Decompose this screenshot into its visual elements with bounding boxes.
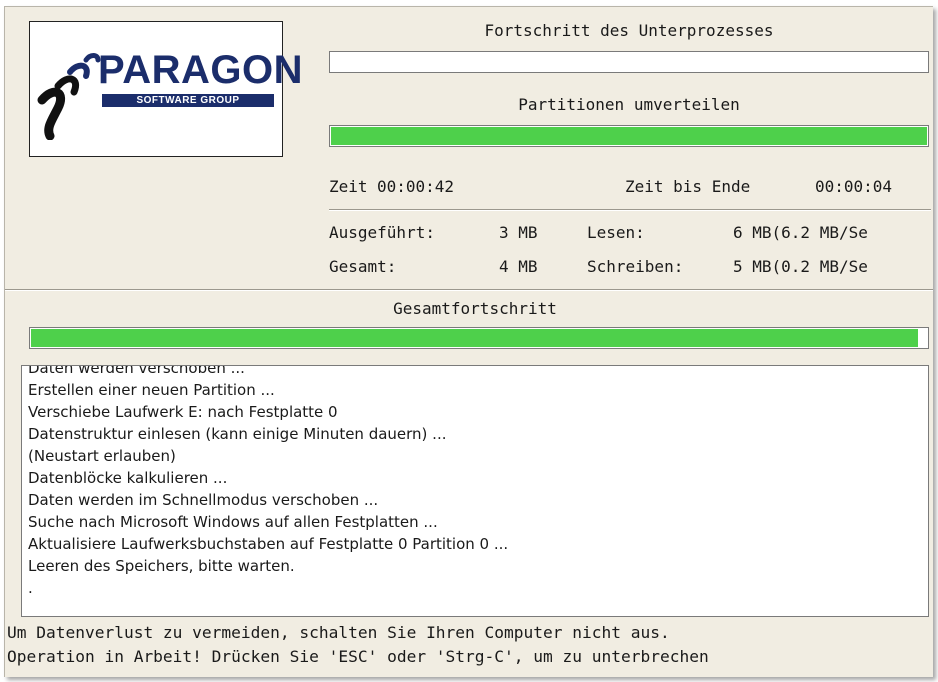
subprocess-progress-bar (329, 51, 929, 73)
write-value: 5 MB(0.2 MB/Se (733, 257, 868, 276)
warning-message: Um Datenverlust zu vermeiden, schalten S… (7, 623, 670, 642)
executed-label: Ausgeführt: (329, 223, 435, 242)
log-line: Leeren des Speichers, bitte warten. (28, 557, 295, 575)
read-label: Lesen: (587, 223, 645, 242)
log-lines: Daten werden verschoben ... Erstellen ein… (28, 365, 924, 599)
executed-value: 3 MB (499, 223, 538, 242)
log-line: (Neustart erlauben) (28, 447, 176, 465)
logo-brand-text: PARAGON (98, 48, 303, 92)
total-label: Gesamt: (329, 257, 397, 276)
stats-divider (329, 209, 931, 211)
log-line: Aktualisiere Laufwerksbuchstaben auf Fes… (28, 535, 509, 553)
subprocess-label: Fortschritt des Unterprozesses (484, 21, 774, 40)
overall-divider (5, 289, 933, 291)
total-value: 4 MB (499, 257, 538, 276)
log-output[interactable]: Daten werden verschoben ... Erstellen ein… (21, 365, 929, 617)
read-value: 6 MB(6.2 MB/Se (733, 223, 868, 242)
elapsed-time-value: 00:00:42 (377, 177, 455, 196)
log-line: Erstellen einer neuen Partition ... (28, 381, 275, 399)
operation-label: Partitionen umverteilen (518, 95, 740, 114)
cancel-instructions: Operation in Arbeit! Drücken Sie 'ESC' o… (7, 647, 709, 666)
log-line: Daten werden im Schnellmodus verschoben … (28, 491, 379, 509)
progress-window: PARAGON SOFTWARE GROUP Fortschritt des U… (4, 6, 933, 677)
operation-progress-fill (331, 127, 927, 145)
log-line: Daten werden verschoben ... (28, 365, 245, 377)
remaining-time-value: 00:00:04 (815, 177, 893, 196)
log-line: Datenstruktur einlesen (kann einige Minu… (28, 425, 447, 443)
logo-tagline: SOFTWARE GROUP (102, 94, 274, 107)
operation-progress-bar (329, 125, 929, 147)
remaining-time-label: Zeit bis Ende (625, 177, 751, 196)
log-line: . (28, 579, 33, 597)
log-line: Suche nach Microsoft Windows auf allen F… (28, 513, 438, 531)
log-line: Datenblöcke kalkulieren ... (28, 469, 228, 487)
overall-label: Gesamtfortschritt (393, 299, 557, 318)
elapsed-time-label: Zeit (329, 177, 368, 196)
paragon-logo: PARAGON SOFTWARE GROUP (29, 21, 302, 157)
overall-progress-bar (29, 327, 929, 349)
overall-progress-fill (31, 329, 918, 347)
write-label: Schreiben: (587, 257, 684, 276)
log-line: Verschiebe Laufwerk E: nach Festplatte 0 (28, 403, 338, 421)
paragon-swoosh-icon (37, 53, 101, 140)
